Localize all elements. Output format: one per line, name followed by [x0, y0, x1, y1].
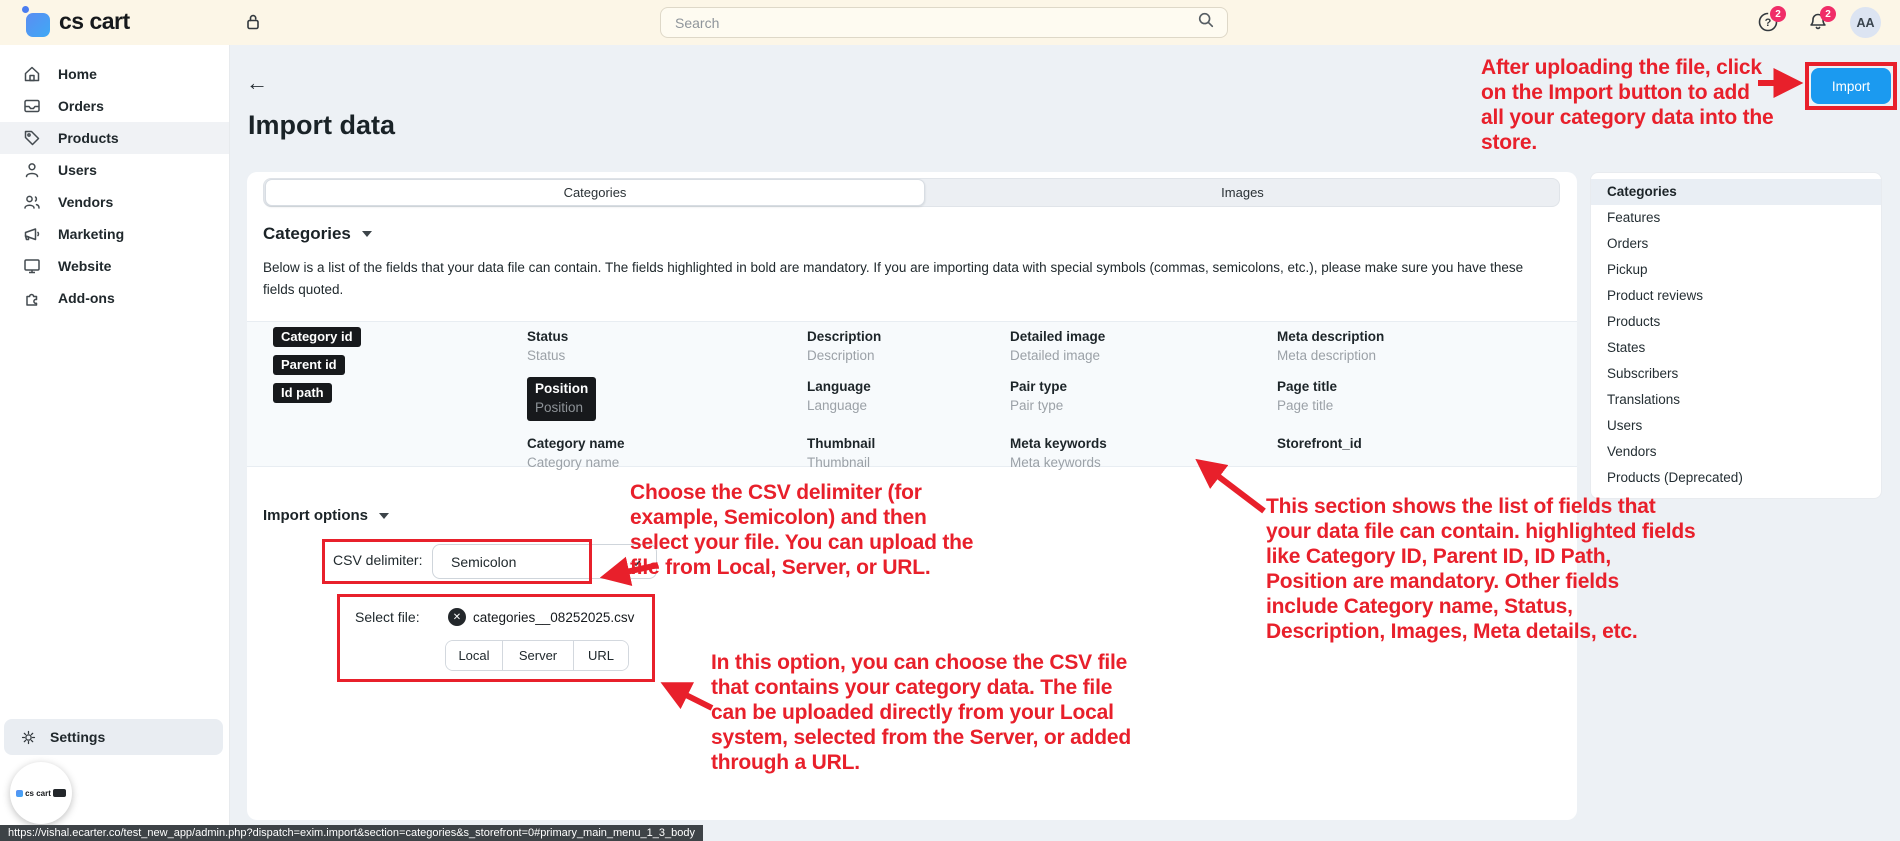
- field-badge: Category id: [273, 327, 361, 347]
- local-button[interactable]: Local: [446, 641, 503, 670]
- sidebar-item-vendors[interactable]: Vendors: [0, 186, 229, 218]
- tag-icon: [22, 128, 42, 148]
- tabbar: Categories Images: [263, 178, 1560, 207]
- cscart-mini-icon: [16, 790, 23, 797]
- fields-column-2: StatusStatus PositionPosition Category n…: [527, 327, 625, 484]
- fields-column-5: Meta descriptionMeta description Page ti…: [1277, 327, 1384, 484]
- csv-delimiter-select[interactable]: Semicolon: [432, 544, 657, 579]
- cscart-logo-icon: [24, 9, 50, 35]
- section-item-pickup[interactable]: Pickup: [1591, 257, 1881, 283]
- url-button[interactable]: URL: [574, 641, 628, 670]
- field-badge-position: PositionPosition: [527, 377, 596, 421]
- cscart-logo[interactable]: cs cart: [24, 8, 130, 35]
- chevron-down-icon: [630, 556, 642, 572]
- fields-column-3: DescriptionDescription LanguageLanguage …: [807, 327, 881, 484]
- cscart-floating-logo[interactable]: cs cart: [10, 762, 72, 824]
- vendors-icon: [22, 192, 42, 212]
- section-item-users[interactable]: Users: [1591, 413, 1881, 439]
- file-source-buttons: Local Server URL: [445, 640, 629, 671]
- tab-categories[interactable]: Categories: [265, 179, 925, 206]
- left-sidebar: Home Orders Products Users Vendors Marke…: [0, 45, 230, 825]
- server-button[interactable]: Server: [503, 641, 574, 670]
- categories-description: Below is a list of the fields that your …: [263, 257, 1555, 301]
- field-badge: Id path: [273, 383, 332, 403]
- remove-file-icon[interactable]: ✕: [448, 608, 466, 626]
- sidebar-item-addons[interactable]: Add-ons: [0, 282, 229, 314]
- sidebar-item-products[interactable]: Products: [0, 122, 229, 154]
- notifications-badge: 2: [1820, 6, 1836, 22]
- section-item-product-reviews[interactable]: Product reviews: [1591, 283, 1881, 309]
- chevron-down-icon: [362, 231, 372, 237]
- page-title: Import data: [248, 110, 395, 141]
- topbar: cs cart ? 2 2 AA: [0, 0, 1900, 45]
- import-options-toggle[interactable]: Import options: [263, 507, 389, 524]
- import-button[interactable]: Import: [1811, 68, 1891, 104]
- section-item-products-deprecated[interactable]: Products (Deprecated): [1591, 465, 1881, 491]
- sidebar-item-users[interactable]: Users: [0, 154, 229, 186]
- section-item-features[interactable]: Features: [1591, 205, 1881, 231]
- back-button[interactable]: ←: [246, 72, 268, 94]
- sidebar-item-website[interactable]: Website: [0, 250, 229, 282]
- section-item-states[interactable]: States: [1591, 335, 1881, 361]
- sidebar-item-marketing[interactable]: Marketing: [0, 218, 229, 250]
- categories-section-toggle[interactable]: Categories: [263, 224, 372, 244]
- search-icon[interactable]: [1197, 11, 1215, 34]
- puzzle-icon: [22, 288, 42, 308]
- status-bar-link-preview: https://vishal.ecarter.co/test_new_app/a…: [0, 825, 703, 841]
- section-item-subscribers[interactable]: Subscribers: [1591, 361, 1881, 387]
- megaphone-icon: [22, 224, 42, 244]
- whats-new-badge: 2: [1770, 6, 1786, 22]
- chevron-down-icon: [379, 513, 389, 519]
- orders-icon: [22, 96, 42, 116]
- fields-column-1: Category id Parent id Id path: [273, 327, 361, 411]
- section-item-orders[interactable]: Orders: [1591, 231, 1881, 257]
- section-item-translations[interactable]: Translations: [1591, 387, 1881, 413]
- import-panel: Categories Images Categories Below is a …: [247, 172, 1577, 820]
- svg-text:?: ?: [1765, 17, 1772, 29]
- home-icon: [22, 64, 42, 84]
- cscart-mini-badge: [53, 789, 66, 797]
- user-icon: [22, 160, 42, 180]
- fields-column-4: Detailed imageDetailed image Pair typePa…: [1010, 327, 1107, 484]
- import-sections-panel: Categories Features Orders Pickup Produc…: [1590, 172, 1882, 499]
- field-badge: Parent id: [273, 355, 345, 375]
- selected-file-name: categories__08252025.csv: [473, 610, 634, 625]
- tab-images[interactable]: Images: [926, 179, 1559, 206]
- section-item-categories[interactable]: Categories: [1591, 179, 1881, 205]
- search-input[interactable]: [661, 15, 1197, 31]
- select-file-label: Select file:: [355, 609, 420, 625]
- sidebar-item-orders[interactable]: Orders: [0, 90, 229, 122]
- global-search: [660, 7, 1228, 38]
- cscart-logo-text: cs cart: [59, 8, 130, 35]
- sidebar-item-home[interactable]: Home: [0, 58, 229, 90]
- monitor-icon: [22, 256, 42, 276]
- section-item-vendors[interactable]: Vendors: [1591, 439, 1881, 465]
- csv-delimiter-label: CSV delimiter:: [333, 552, 422, 568]
- section-item-products[interactable]: Products: [1591, 309, 1881, 335]
- unlock-icon[interactable]: [243, 12, 263, 37]
- avatar[interactable]: AA: [1850, 7, 1881, 38]
- gear-icon: [20, 729, 37, 746]
- sidebar-item-settings[interactable]: Settings: [4, 719, 223, 755]
- fields-list: Category id Parent id Id path StatusStat…: [247, 321, 1577, 467]
- annotation-import: After uploading the file, click on the I…: [1481, 55, 1774, 155]
